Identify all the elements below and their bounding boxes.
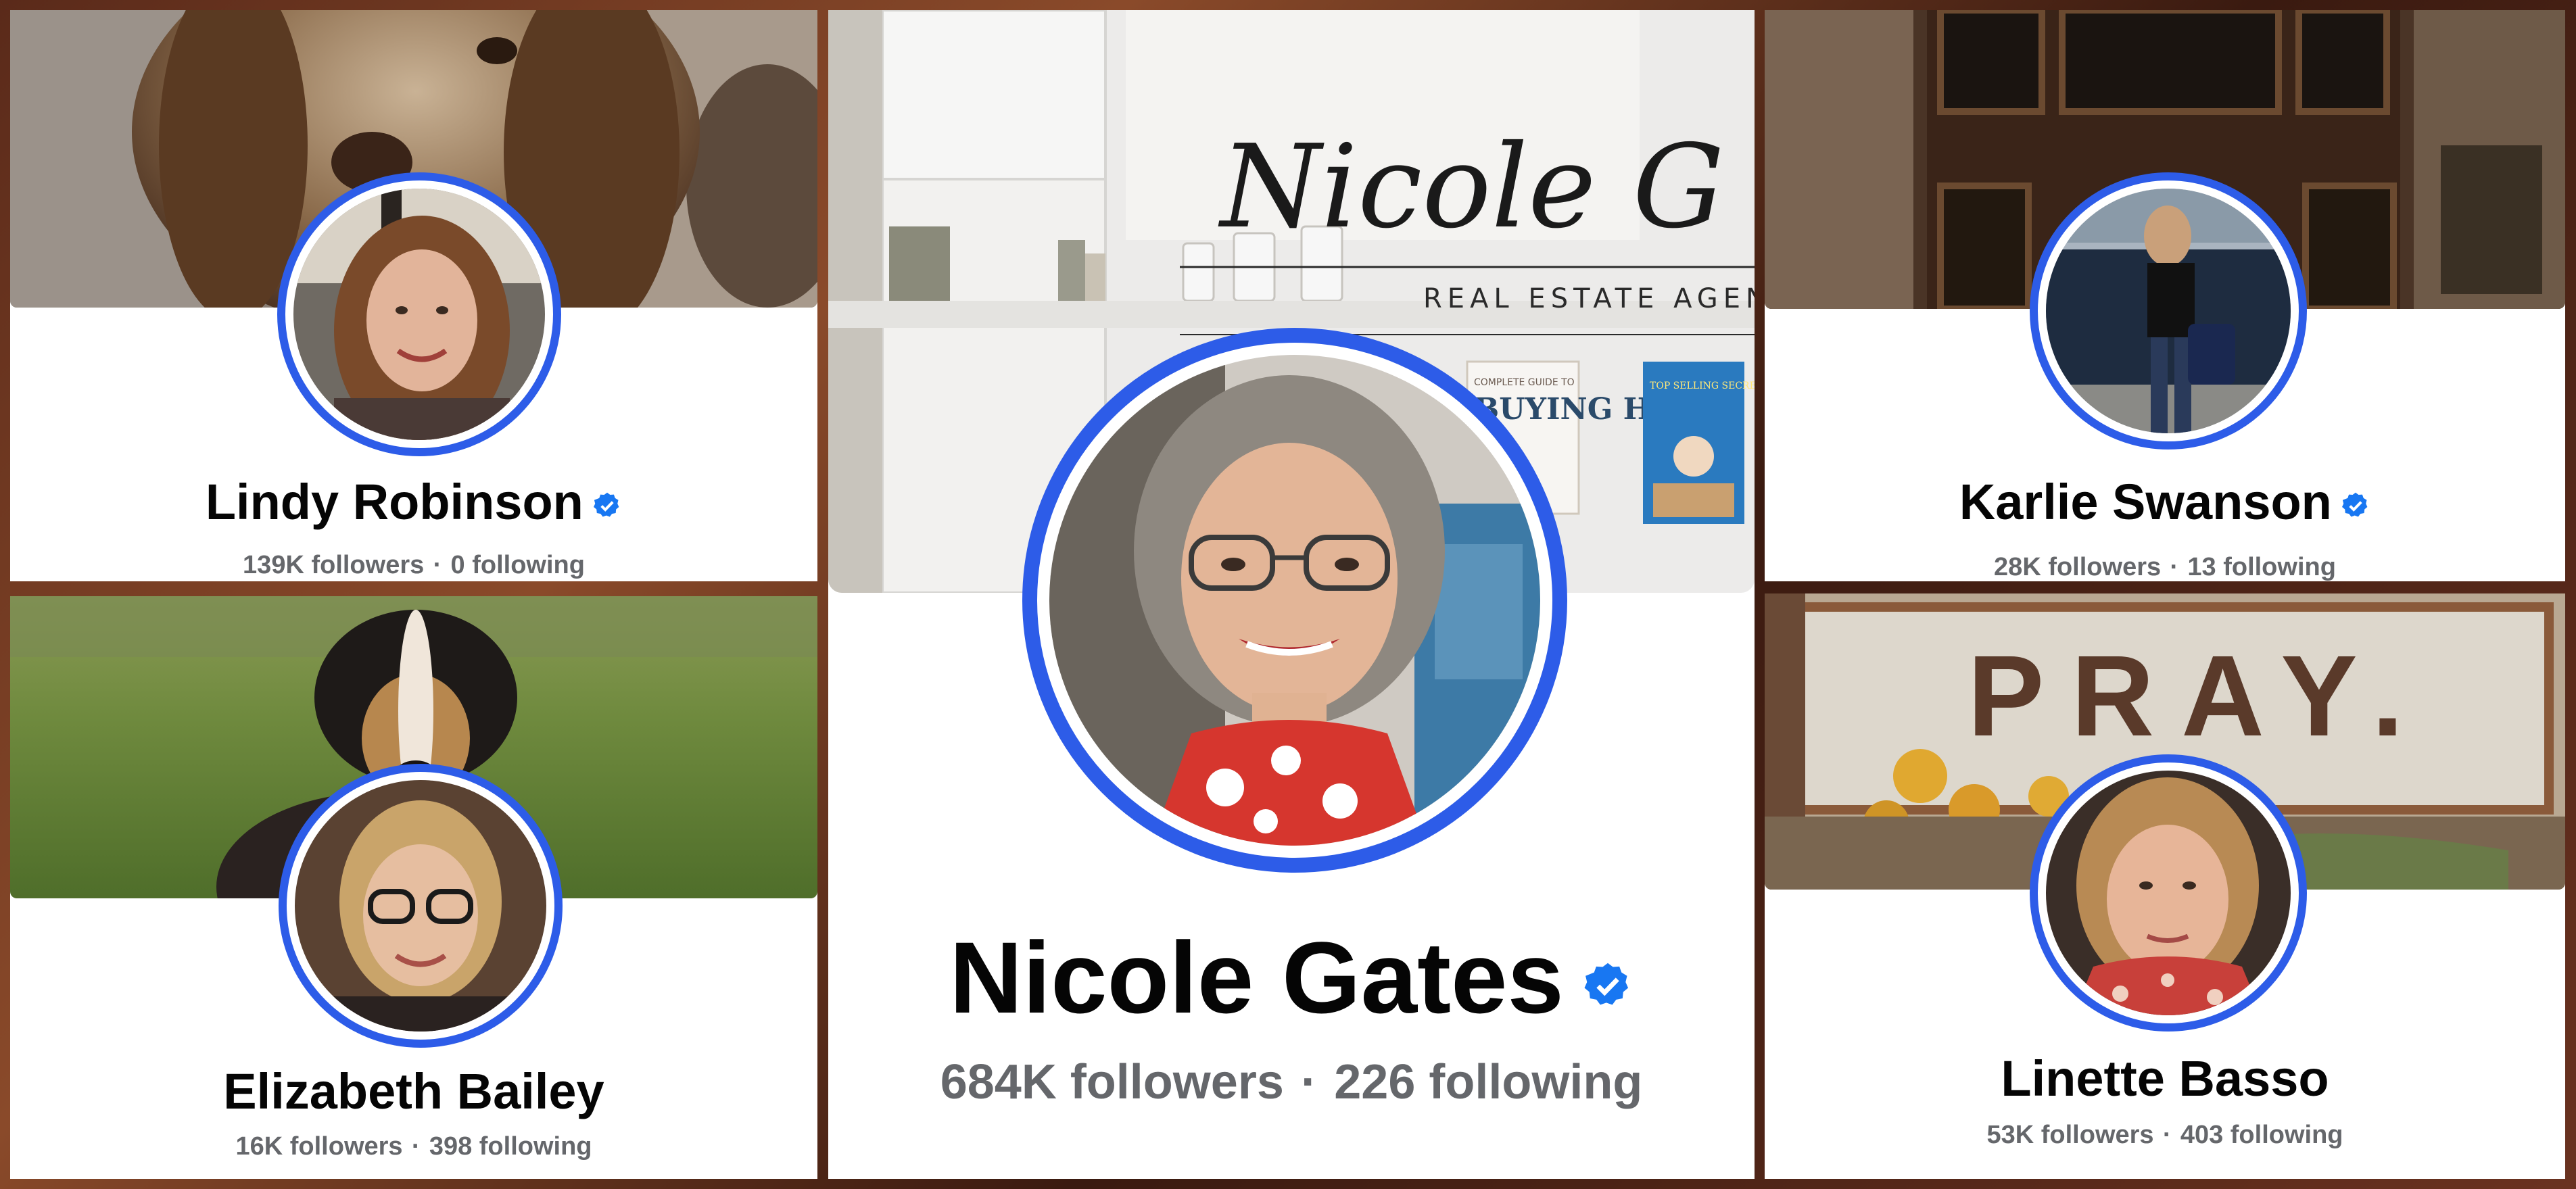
profile-card-nicole-gates[interactable]: Nicole G REAL ESTATE AGEN COMPLETE GUIDE… [828,10,1755,1179]
profile-name-row: Nicole Gates [828,919,1755,1036]
following-count[interactable]: 398 following [429,1132,592,1161]
profile-stats: 139K followers · 0 following [10,551,817,580]
profile-photo [293,189,545,440]
cover-subtitle: REAL ESTATE AGEN [1423,283,1755,314]
followers-count[interactable]: 684K followers [940,1055,1284,1109]
profile-name[interactable]: Karlie Swanson [1959,474,2332,530]
profile-name[interactable]: Linette Basso [2001,1050,2329,1107]
book-2-title: TOP SELLING SECRETS FOR HOMEOWNERS [1650,381,1755,391]
profile-name-row: Karlie Swanson [1765,473,2565,531]
profile-photo [1049,355,1540,846]
cover-sign-text: PRAY. [1967,632,2431,760]
profile-stats: 684K followers · 226 following [828,1054,1755,1110]
avatar[interactable] [279,764,563,1048]
avatar[interactable] [1022,328,1567,873]
verified-badge-icon [2341,491,2370,520]
profile-name[interactable]: Nicole Gates [949,921,1564,1034]
separator: · [2162,1121,2172,1149]
profile-name-row: Linette Basso [1765,1050,2565,1107]
profile-photo [2046,771,2291,1015]
profile-card-elizabeth-bailey[interactable]: Elizabeth Bailey 16K followers · 398 follo… [10,596,817,1179]
profile-name-row: Lindy Robinson [10,473,817,531]
verified-badge-icon [1582,960,1633,1011]
separator: · [411,1132,421,1161]
following-count[interactable]: 13 following [2187,553,2336,581]
separator: · [433,551,442,579]
profile-name[interactable]: Lindy Robinson [206,474,583,530]
followers-count[interactable]: 28K followers [1994,553,2161,581]
followers-count[interactable]: 53K followers [1986,1121,2153,1149]
profile-card-linette-basso[interactable]: PRAY. Linette Basso 53K followers · 403 … [1765,593,2565,1179]
profile-name-row: Elizabeth Bailey [10,1063,817,1120]
profile-name[interactable]: Elizabeth Bailey [223,1063,604,1119]
verified-badge-icon [592,491,622,520]
followers-count[interactable]: 139K followers [243,551,424,579]
profile-photo [2046,189,2291,433]
profile-card-lindy-robinson[interactable]: Lindy Robinson 139K followers · 0 followin… [10,10,817,581]
separator: · [2170,553,2179,581]
following-count[interactable]: 0 following [451,551,585,579]
profile-stats: 16K followers · 398 following [10,1132,817,1161]
avatar[interactable] [2030,172,2307,450]
profile-stats: 53K followers · 403 following [1765,1121,2565,1150]
avatar[interactable] [277,172,561,456]
avatar[interactable] [2030,754,2307,1032]
book-1-top: COMPLETE GUIDE TO [1474,377,1575,388]
followers-count[interactable]: 16K followers [235,1132,402,1161]
following-count[interactable]: 226 following [1334,1055,1642,1109]
cover-script-text: Nicole G [1218,120,1725,254]
profile-card-karlie-swanson[interactable]: Karlie Swanson 28K followers · 13 followin… [1765,10,2565,581]
profile-photo [295,780,546,1032]
profile-stats: 28K followers · 13 following [1765,553,2565,581]
separator: · [1301,1055,1318,1109]
following-count[interactable]: 403 following [2180,1121,2343,1149]
